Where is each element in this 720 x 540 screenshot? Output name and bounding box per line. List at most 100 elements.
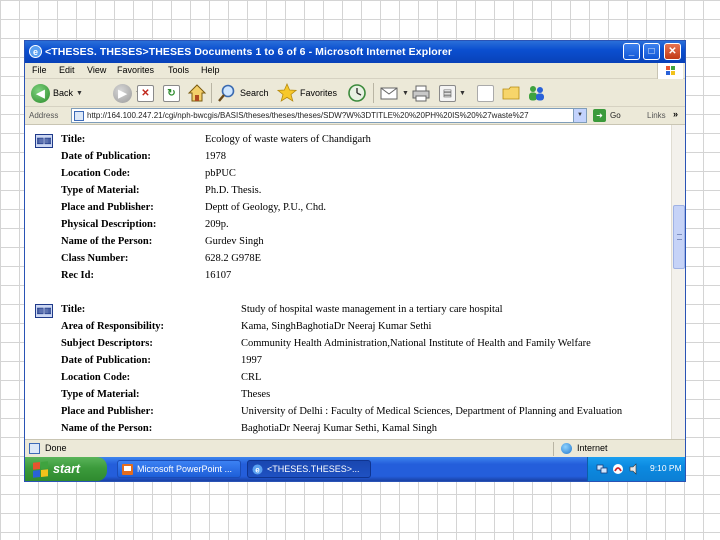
title-bar: e <THESES. THESES>THESES Documents 1 to … [25,41,685,63]
back-label: Back [53,88,74,98]
go-arrow-icon: ➜ [593,109,606,122]
windows-flag-icon [33,460,48,478]
field-value: Ph.D. Thesis. [205,185,262,196]
vertical-scrollbar[interactable] [671,125,685,439]
task-label: Microsoft PowerPoint ... [137,464,233,474]
folder-button[interactable] [501,82,521,104]
field-label: Type of Material: [61,389,140,400]
toolbar-separator [373,83,374,103]
window-title: <THESES. THESES>THESES Documents 1 to 6 … [45,46,453,58]
back-button[interactable]: ◀ Back ▼ [31,82,83,104]
home-icon [187,84,207,102]
menu-favorites[interactable]: Favorites [117,65,154,75]
field-value: 1997 [241,355,262,366]
mail-button[interactable]: ▼ [379,82,409,104]
task-internet-explorer[interactable]: e <THESES.THESES>... [247,460,371,478]
links-more-icon[interactable]: » [673,109,678,119]
menu-tools[interactable]: Tools [168,65,189,75]
edit-page-icon: ▤ [439,84,456,102]
field-label: Location Code: [61,168,131,179]
minimize-button[interactable]: _ [623,43,640,60]
refresh-icon: ↻ [163,84,180,102]
chevron-down-icon: ▼ [76,89,83,97]
powerpoint-icon [122,463,133,475]
chevron-down-icon: ▼ [459,89,466,97]
field-value: University of Delhi : Faculty of Medical… [241,406,623,417]
menu-edit[interactable]: Edit [59,65,75,75]
shield-icon[interactable] [612,463,624,475]
address-bar: Address http://164.100.247.21/cgi/nph-bw… [25,107,685,125]
edit-page-button[interactable]: ▤ ▼ [439,82,466,104]
browser-window: e <THESES. THESES>THESES Documents 1 to … [24,40,686,482]
start-label: start [53,462,81,476]
svg-text:e: e [33,47,38,57]
globe-icon [561,443,572,454]
field-value: pbPUC [205,168,236,179]
menu-file[interactable]: File [32,65,47,75]
search-button[interactable]: Search [217,82,269,104]
security-zone: Internet [577,443,608,453]
field-label: Date of Publication: [61,151,151,162]
menu-bar: File Edit View Favorites Tools Help [25,63,685,79]
field-label: Title: [61,134,86,145]
field-value: Kama, SinghBaghotiaDr Neeraj Kumar Sethi [241,321,432,332]
go-label: Go [610,111,621,120]
favorites-label: Favorites [300,88,338,98]
field-label: Physical Description: [61,219,157,230]
history-button[interactable] [347,82,367,104]
chevron-down-icon: ▼ [402,89,409,97]
field-label: Type of Material: [61,185,140,196]
address-label: Address [29,111,59,120]
discuss-icon [477,84,494,102]
maximize-button[interactable]: □ [643,43,660,60]
favorites-button[interactable]: Favorites [277,82,337,104]
field-label: Date of Publication: [61,355,151,366]
messenger-button[interactable] [525,82,547,104]
address-input[interactable]: http://164.100.247.21/cgi/nph-bwcgis/BAS… [71,108,587,123]
taskbar: start Microsoft PowerPoint ... e <THESES… [25,457,685,481]
status-separator [553,442,554,456]
field-label: Subject Descriptors: [61,338,153,349]
field-value: BaghotiaDr Neeraj Kumar Sethi, Kamal Sin… [241,423,437,434]
home-button[interactable] [187,82,207,104]
network-icon[interactable] [596,463,608,475]
search-icon [218,84,235,102]
field-label: Area of Responsibility: [61,321,165,332]
system-tray: 9:10 PM [587,457,685,481]
chevron-down-icon[interactable]: ▼ [573,109,586,122]
refresh-button[interactable]: ↻ [163,82,180,104]
folder-icon [502,86,520,100]
discuss-button[interactable] [477,82,494,104]
field-value: 1978 [205,151,226,162]
field-label: Place and Publisher: [61,202,154,213]
field-label: Name of the Person: [61,236,153,247]
messenger-icon [529,86,544,101]
taskbar-clock[interactable]: 9:10 PM [650,463,682,473]
links-button[interactable]: Links [647,111,666,120]
page-icon [29,443,40,454]
windows-logo-icon [657,63,683,79]
close-button[interactable]: ✕ [664,43,681,60]
go-button[interactable]: ➜ Go [593,109,621,122]
field-value: Theses [241,389,271,400]
field-value: 628.2 G978E [205,253,261,264]
start-button[interactable]: start [25,457,107,481]
scrollbar-thumb[interactable] [673,205,685,269]
field-value: Community Health Administration,National… [241,338,591,349]
stop-button[interactable]: ✕ [137,82,154,104]
print-button[interactable] [411,82,431,104]
menu-view[interactable]: View [87,65,106,75]
menu-help[interactable]: Help [201,65,220,75]
field-value: CRL [241,372,262,383]
book-icon[interactable]: ▥▥ [35,134,53,148]
address-url: http://164.100.247.21/cgi/nph-bwcgis/BAS… [87,111,529,120]
volume-icon[interactable] [628,463,640,475]
task-label: <THESES.THESES>... [267,464,360,474]
field-value: 209p. [205,219,229,230]
page-content: ▥▥ Title: Ecology of waste waters of Chan… [25,125,671,439]
star-icon [277,83,297,102]
task-powerpoint[interactable]: Microsoft PowerPoint ... [117,460,241,478]
field-value: Deptt of Geology, P.U., Chd. [205,202,326,213]
book-icon[interactable]: ▥▥ [35,304,53,318]
grip-icon [677,234,682,240]
